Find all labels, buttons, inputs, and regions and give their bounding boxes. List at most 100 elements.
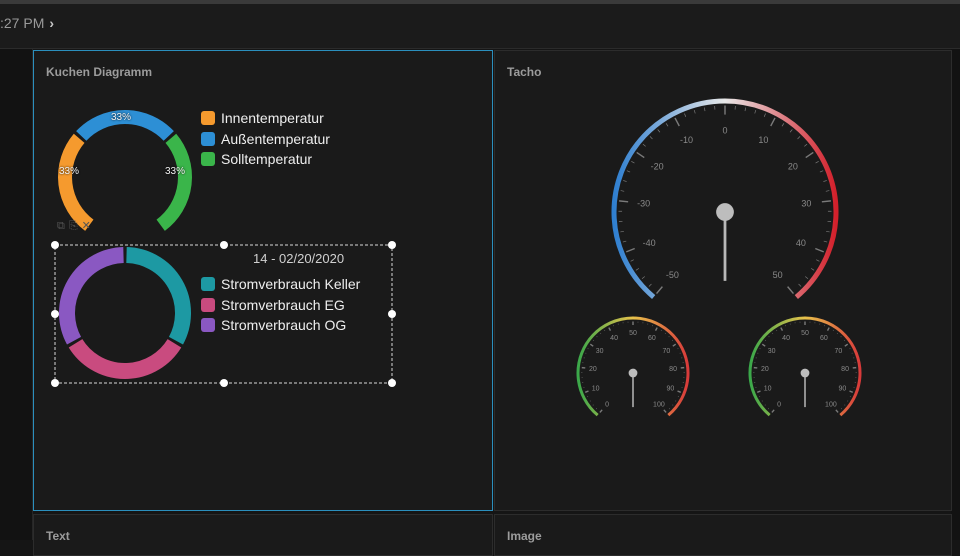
- gauge-minor-tick: [704, 108, 705, 111]
- gauge-minor-tick: [811, 268, 814, 270]
- gauge-minor-tick: [669, 409, 670, 410]
- gauge-major-tick: [664, 410, 666, 413]
- gauge-minor-tick: [790, 129, 792, 132]
- gauge-major-tick: [673, 344, 676, 346]
- gauge-minor-tick: [823, 181, 826, 182]
- gauge-minor-tick: [841, 409, 842, 410]
- gauge-major-tick: [600, 410, 602, 413]
- gauge-major-tick: [585, 391, 588, 392]
- gauge-minor-tick: [745, 108, 746, 111]
- gauge-major-tick: [822, 201, 831, 202]
- gauge-major-tick: [771, 118, 775, 126]
- gauge-minor-tick: [684, 114, 685, 117]
- gauge-hub: [629, 369, 638, 378]
- gauge-major-tick: [762, 344, 765, 346]
- gauge-major-tick: [657, 287, 663, 294]
- gauge-minor-tick: [769, 336, 770, 337]
- gauge-tick-label: 0: [605, 401, 609, 408]
- gauge-minor-tick: [666, 123, 668, 126]
- gauge-tick-label: 0: [777, 401, 781, 408]
- gauge-major-tick: [828, 328, 830, 331]
- gauges: -50-40-30-20-1001020304050 0102030405060…: [0, 0, 960, 540]
- gauge-tick-label: 0: [722, 125, 727, 135]
- gauge-major-tick: [815, 248, 823, 251]
- gauge-minor-tick: [826, 231, 829, 232]
- gauge-tick-label: 100: [825, 401, 837, 408]
- gauge-minor-tick: [824, 241, 827, 242]
- gauge-major-tick: [626, 248, 634, 251]
- gauge-major-tick: [678, 391, 681, 392]
- gauge-minor-tick: [643, 144, 646, 146]
- gauge-tick-label: 30: [768, 348, 776, 355]
- gauge-minor-tick: [631, 260, 634, 262]
- gauge-minor-tick: [764, 114, 765, 117]
- gauge-major-tick: [772, 410, 774, 413]
- gauge-major-tick: [757, 391, 760, 392]
- gauge-tick-label: 20: [589, 366, 597, 373]
- image-widget[interactable]: Image: [494, 514, 952, 556]
- gauge-minor-tick: [631, 161, 634, 163]
- gauge-minor-tick: [649, 284, 652, 286]
- gauge-tick-label: -10: [680, 135, 693, 145]
- gauge-tick-label: 50: [629, 330, 637, 337]
- gauge-major-tick: [788, 287, 794, 294]
- image-widget-title: Image: [507, 529, 542, 543]
- gauge-minor-tick: [620, 231, 623, 232]
- gauge-tick-label: 40: [610, 335, 618, 342]
- gauge-tick-label: 60: [648, 335, 656, 342]
- gauge-minor-tick: [650, 136, 653, 139]
- gauge-minor-tick: [755, 110, 756, 113]
- gauge-tick-label: 80: [841, 366, 849, 373]
- gauge-minor-tick: [826, 191, 829, 192]
- gauge-minor-tick: [782, 123, 784, 126]
- gauge-minor-tick: [805, 277, 808, 279]
- gauge-minor-tick: [627, 171, 630, 172]
- gauge-major-tick: [637, 152, 645, 157]
- text-widget-title: Text: [46, 529, 70, 543]
- gauge-major-tick: [836, 410, 838, 413]
- gauge-tick-label: 20: [788, 161, 798, 171]
- gauge-tick-label: 40: [782, 335, 790, 342]
- gauge-tick-label: 70: [663, 348, 671, 355]
- gauge-minor-tick: [658, 129, 660, 132]
- gauge-major-tick: [656, 328, 658, 331]
- gauge-tick-label: 80: [669, 366, 677, 373]
- gauge-tick-label: 60: [820, 335, 828, 342]
- gauge-minor-tick: [669, 336, 670, 337]
- gauge-tick-label: 20: [761, 366, 769, 373]
- gauge-tick-label: 40: [796, 238, 806, 248]
- tacho-gauge-small-left[interactable]: 0102030405060708090100: [578, 318, 688, 415]
- tacho-gauge-small-right[interactable]: 0102030405060708090100: [750, 318, 860, 415]
- gauge-tick-label: -20: [651, 161, 664, 171]
- gauge-major-tick: [675, 118, 679, 126]
- gauge-minor-tick: [623, 241, 626, 242]
- gauge-major-tick: [850, 391, 853, 392]
- gauge-minor-tick: [597, 336, 598, 337]
- gauge-minor-tick: [642, 277, 645, 279]
- gauge-minor-tick: [816, 260, 819, 262]
- gauge-tick-label: 50: [773, 270, 783, 280]
- gauge-tick-label: 70: [835, 348, 843, 355]
- gauge-tick-label: 100: [653, 401, 665, 408]
- gauge-minor-tick: [799, 284, 802, 286]
- gauge-tick-label: 90: [838, 386, 846, 393]
- gauge-tick-label: -40: [643, 238, 656, 248]
- tacho-gauge-main[interactable]: -50-40-30-20-1001020304050: [614, 101, 836, 297]
- text-widget[interactable]: Text: [33, 514, 493, 556]
- gauge-minor-tick: [841, 336, 842, 337]
- gauge-tick-label: 30: [596, 348, 604, 355]
- gauge-tick-label: -30: [637, 199, 650, 209]
- gauge-minor-tick: [621, 191, 624, 192]
- gauge-minor-tick: [804, 144, 807, 146]
- gauge-tick-label: 10: [758, 135, 768, 145]
- gauge-tick-label: 30: [801, 199, 811, 209]
- gauge-minor-tick: [596, 409, 597, 410]
- gauge-major-tick: [590, 344, 593, 346]
- gauge-hub: [716, 203, 734, 221]
- gauge-minor-tick: [636, 268, 639, 270]
- gauge-minor-tick: [798, 136, 801, 139]
- gauge-tick-label: 50: [801, 330, 809, 337]
- gauge-major-tick: [609, 328, 611, 331]
- gauge-minor-tick: [816, 161, 819, 163]
- gauge-minor-tick: [768, 409, 769, 410]
